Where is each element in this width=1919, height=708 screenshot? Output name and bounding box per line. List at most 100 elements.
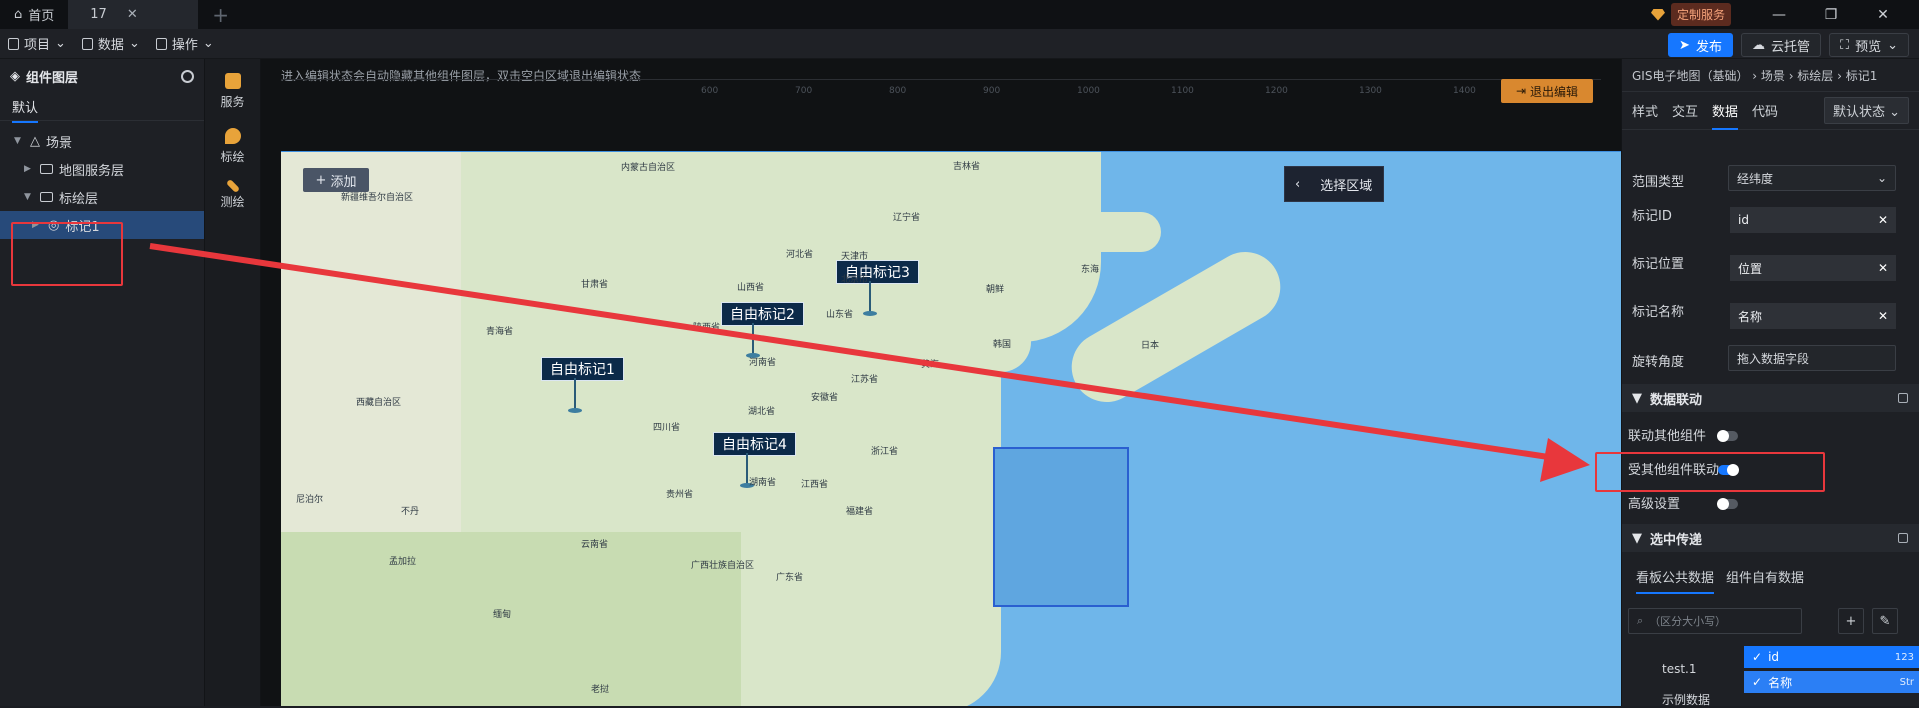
place-label: 老挝 — [591, 685, 610, 695]
preview-button[interactable]: ⛶ 预览 ⌄ — [1828, 33, 1909, 57]
marker-position-field[interactable]: 位置 ✕ — [1730, 255, 1896, 281]
rail-plot[interactable]: 标绘 — [205, 128, 260, 165]
field-item-id[interactable]: ✓ id 123 — [1744, 646, 1919, 668]
map-marker[interactable]: 自由标记4 — [713, 432, 796, 456]
chevron-left-icon: ‹ — [1295, 176, 1301, 192]
gis-map[interactable]: + 添加 ‹ 选择区域 自由标记1 自由标记2 自由标记3 自由标记4 吉林省 辽宁… — [281, 151, 1621, 706]
main-toolbar: 项目 ⌄ 数据 ⌄ 操作 ⌄ ➤ 发布 ☁ 云托管 ⛶ 预览 ⌄ — [0, 29, 1919, 59]
chevron-down-icon: ⌄ — [1876, 171, 1887, 185]
highlight-box-linked — [1595, 452, 1825, 492]
close-icon[interactable]: ✕ — [1878, 213, 1888, 227]
tab-data[interactable]: 数据 — [1712, 91, 1739, 130]
plus-icon: + — [315, 172, 327, 188]
ruler: 600 700 800 900 1000 1100 1200 1300 1400 — [281, 79, 1601, 96]
close-window-icon[interactable]: ✕ — [1857, 7, 1909, 23]
preview-icon: ⛶ — [1839, 37, 1850, 53]
add-field-button[interactable]: + — [1838, 608, 1864, 634]
rail-measure[interactable]: 测绘 — [205, 178, 260, 210]
ruler-icon — [225, 178, 240, 194]
diamond-icon — [1650, 8, 1665, 21]
tree-item-plot-layer[interactable]: ▼ 标绘层 — [0, 183, 204, 211]
place-label: 日本 — [1141, 341, 1160, 351]
close-icon[interactable]: ✕ — [127, 7, 138, 22]
place-label: 湖南省 — [749, 478, 777, 488]
marker-id-label: 标记ID — [1632, 209, 1672, 224]
check-icon: ✓ — [1752, 650, 1763, 664]
add-button[interactable]: + 添加 — [303, 168, 369, 192]
rotate-field[interactable]: 拖入数据字段 — [1728, 345, 1896, 371]
home-icon: ⌂ — [14, 7, 23, 22]
place-label: 不丹 — [401, 507, 420, 517]
field-item-name[interactable]: ✓ 名称 Str — [1744, 671, 1919, 693]
tree-item-scene[interactable]: ▼ △ 场景 — [0, 127, 204, 155]
lock-icon[interactable] — [1898, 533, 1908, 543]
marker-id-field[interactable]: id ✕ — [1730, 207, 1896, 233]
place-label: 贵州省 — [666, 490, 694, 500]
dataset-item[interactable]: 示例数据 — [1662, 691, 1710, 708]
place-label: 缅甸 — [493, 610, 512, 620]
tab-code[interactable]: 代码 — [1752, 101, 1778, 120]
lock-icon[interactable] — [1898, 393, 1908, 403]
custom-service-button[interactable]: 定制服务 — [1650, 3, 1731, 26]
caret-down-icon: ▼ — [1632, 390, 1642, 406]
advanced-toggle[interactable] — [1717, 498, 1738, 510]
edit-icon[interactable]: ✎ — [1872, 608, 1898, 634]
place-label: 朝鲜 — [986, 285, 1005, 295]
place-label: 福建省 — [846, 507, 874, 517]
section-data-link[interactable]: ▼ 数据联动 — [1622, 384, 1919, 412]
place-label: 黄海 — [921, 360, 940, 370]
folder-icon — [40, 192, 53, 202]
caret-down-icon: ▼ — [14, 136, 21, 146]
publish-button[interactable]: ➤ 发布 — [1668, 33, 1733, 57]
cloud-icon: ☁ — [1751, 37, 1765, 53]
minimize-icon[interactable]: — — [1753, 7, 1805, 23]
project-menu[interactable]: 项目 ⌄ — [0, 34, 74, 53]
add-tab-icon[interactable]: + — [212, 3, 229, 27]
data-source-tabs: 看板公共数据 组件自有数据 — [1622, 559, 1919, 594]
chevron-down-icon: ⌄ — [202, 36, 214, 51]
tab-public-data[interactable]: 看板公共数据 — [1636, 559, 1715, 594]
pin-icon — [224, 128, 241, 144]
marker-pin — [863, 281, 877, 316]
data-menu[interactable]: 数据 ⌄ — [74, 34, 148, 53]
canvas-area[interactable]: 进入编辑状态会自动隐藏其他组件图层，双击空白区域退出编辑状态 600 700 8… — [261, 59, 1621, 706]
state-select[interactable]: 默认状态 ⌄ — [1823, 97, 1909, 124]
marker-pin — [568, 378, 582, 413]
tab-default[interactable]: 默认 — [0, 93, 204, 123]
land-korea-north — [1041, 212, 1161, 252]
place-label: 四川省 — [653, 423, 681, 433]
tree-item-map-service[interactable]: ▶ 地图服务层 — [0, 155, 204, 183]
marker-name-label: 标记名称 — [1632, 305, 1685, 320]
tab-current[interactable]: 17 ✕ — [68, 0, 199, 29]
place-label: 内蒙古自治区 — [621, 163, 676, 173]
place-label: 吉林省 — [953, 162, 981, 172]
section-select-pass[interactable]: ▼ 选中传递 — [1622, 524, 1919, 552]
link-other-toggle[interactable] — [1717, 430, 1738, 442]
close-icon[interactable]: ✕ — [1878, 309, 1888, 323]
tab-home[interactable]: ⌂ 首页 — [0, 0, 68, 29]
caret-right-icon: ▶ — [24, 164, 31, 174]
range-type-label: 范围类型 — [1632, 175, 1685, 190]
place-label: 山西省 — [737, 283, 765, 293]
search-icon[interactable] — [181, 69, 194, 83]
range-type-select[interactable]: 经纬度 ⌄ — [1728, 165, 1896, 191]
rail-service[interactable]: 服务 — [205, 73, 260, 110]
exit-edit-button[interactable]: ⇥ 退出编辑 — [1501, 79, 1593, 103]
marker-name-field[interactable]: 名称 ✕ — [1730, 303, 1896, 329]
dataset-item[interactable]: test.1 — [1662, 662, 1697, 676]
field-search-input[interactable]: ⌕ （区分大小写） — [1628, 608, 1802, 634]
tab-style[interactable]: 样式 — [1632, 101, 1658, 120]
tab-own-data[interactable]: 组件自有数据 — [1726, 567, 1804, 586]
restore-icon[interactable]: ❐ — [1805, 7, 1857, 23]
select-area-button[interactable]: ‹ 选择区域 — [1284, 166, 1384, 202]
map-marker[interactable]: 自由标记2 — [721, 302, 804, 326]
place-label: 青海省 — [486, 327, 514, 337]
map-icon — [224, 73, 241, 89]
close-icon[interactable]: ✕ — [1878, 261, 1888, 275]
tab-interaction[interactable]: 交互 — [1672, 101, 1698, 120]
marker-pin — [740, 453, 754, 488]
map-marker[interactable]: 自由标记1 — [541, 357, 624, 381]
place-label: 云南省 — [581, 540, 609, 550]
cloud-hosting-button[interactable]: ☁ 云托管 — [1740, 33, 1821, 57]
operation-menu[interactable]: 操作 ⌄ — [148, 34, 222, 53]
